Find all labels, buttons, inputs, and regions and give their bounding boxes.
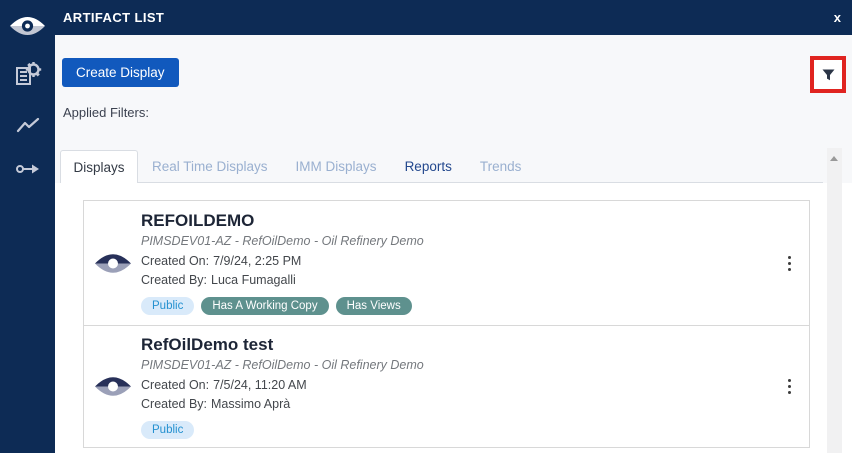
tab-row: Real Time Displays IMM Displays Reports … <box>152 150 521 182</box>
badge-public: Public <box>141 297 195 315</box>
created-by-value: Luca Fumagalli <box>211 273 296 287</box>
tab-imm-displays[interactable]: IMM Displays <box>296 159 377 174</box>
display-eye-icon <box>84 373 141 400</box>
created-on-value: 7/5/24, 11:20 AM <box>213 377 307 392</box>
created-on-row: Created On: 7/9/24, 2:25 PM <box>141 252 769 271</box>
funnel-icon <box>822 69 834 80</box>
trend-icon[interactable] <box>0 116 55 136</box>
output-arrow-icon[interactable] <box>0 162 55 176</box>
applied-filters-label: Applied Filters: <box>63 105 149 120</box>
tab-reports[interactable]: Reports <box>405 159 452 174</box>
artifact-card[interactable]: RefOilDemo test PIMSDEV01-AZ - RefOilDem… <box>83 325 810 448</box>
create-display-button[interactable]: Create Display <box>62 58 179 87</box>
created-on-row: Created On: 7/5/24, 11:20 AM <box>141 376 769 395</box>
artifact-source: PIMSDEV01-AZ - RefOilDemo - Oil Refinery… <box>141 234 424 248</box>
tab-trends[interactable]: Trends <box>480 159 522 174</box>
display-eye-icon <box>84 250 141 277</box>
filter-button-highlighted[interactable] <box>810 56 846 93</box>
created-by-row: Created By: Luca Fumagalli <box>141 271 769 290</box>
artifact-card[interactable]: REFOILDEMO PIMSDEV01-AZ - RefOilDemo - O… <box>83 200 810 326</box>
created-by-label: Created By: <box>141 396 208 411</box>
badge-has-views: Has Views <box>335 297 412 315</box>
badge-has-working-copy: Has A Working Copy <box>201 297 329 315</box>
badge-row: Public <box>141 420 769 439</box>
artifact-card-body: REFOILDEMO PIMSDEV01-AZ - RefOilDemo - O… <box>141 201 769 325</box>
artifact-source: PIMSDEV01-AZ - RefOilDemo - Oil Refinery… <box>141 357 424 372</box>
artifact-list-icon[interactable] <box>0 60 55 88</box>
sidebar <box>0 0 55 453</box>
tab-divider <box>60 182 823 183</box>
close-icon[interactable]: x <box>832 0 843 35</box>
artifact-card-body: RefOilDemo test PIMSDEV01-AZ - RefOilDem… <box>141 325 769 449</box>
created-on-value: 7/9/24, 2:25 PM <box>213 254 302 268</box>
created-on-label: Created On: <box>141 377 210 392</box>
badge-row: Public Has A Working Copy Has Views <box>141 297 769 315</box>
tab-displays[interactable]: Displays <box>60 150 138 183</box>
artifact-title: REFOILDEMO <box>141 211 255 230</box>
badge-public: Public <box>141 420 195 439</box>
vertical-scrollbar[interactable] <box>827 148 842 453</box>
created-on-label: Created On: <box>141 254 210 268</box>
tab-real-time-displays[interactable]: Real Time Displays <box>152 159 268 174</box>
artifact-title: RefOilDemo test <box>141 334 274 354</box>
panel-title: ARTIFACT LIST <box>63 10 165 25</box>
created-by-value: Massimo Aprà <box>211 396 291 411</box>
card-menu-kebab-icon[interactable] <box>769 379 809 394</box>
panel-header: ARTIFACT LIST x <box>0 0 852 35</box>
card-menu-kebab-icon[interactable] <box>769 255 809 271</box>
app-logo-eye-icon <box>0 13 55 39</box>
scroll-up-arrow-icon[interactable] <box>830 156 838 161</box>
created-by-row: Created By: Massimo Aprà <box>141 395 769 414</box>
created-by-label: Created By: <box>141 273 208 287</box>
